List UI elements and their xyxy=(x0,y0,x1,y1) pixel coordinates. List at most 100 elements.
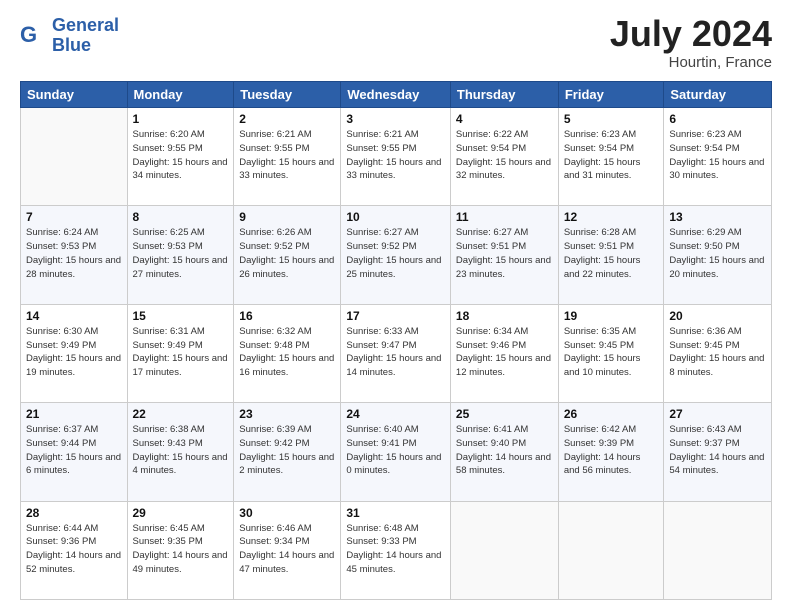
day-info: Sunrise: 6:22 AMSunset: 9:54 PMDaylight:… xyxy=(456,128,553,183)
day-info: Sunrise: 6:29 AMSunset: 9:50 PMDaylight:… xyxy=(669,226,766,281)
day-number: 9 xyxy=(239,210,335,224)
col-wednesday: Wednesday xyxy=(341,82,451,108)
day-info: Sunrise: 6:48 AMSunset: 9:33 PMDaylight:… xyxy=(346,522,445,577)
col-tuesday: Tuesday xyxy=(234,82,341,108)
day-number: 26 xyxy=(564,407,659,421)
day-info: Sunrise: 6:26 AMSunset: 9:52 PMDaylight:… xyxy=(239,226,335,281)
day-info: Sunrise: 6:46 AMSunset: 9:34 PMDaylight:… xyxy=(239,522,335,577)
svg-text:G: G xyxy=(20,22,37,47)
day-cell: 14 Sunrise: 6:30 AMSunset: 9:49 PMDaylig… xyxy=(21,304,128,402)
day-number: 10 xyxy=(346,210,445,224)
day-info: Sunrise: 6:23 AMSunset: 9:54 PMDaylight:… xyxy=(564,128,659,183)
day-number: 8 xyxy=(133,210,229,224)
day-number: 16 xyxy=(239,309,335,323)
day-cell: 17 Sunrise: 6:33 AMSunset: 9:47 PMDaylig… xyxy=(341,304,451,402)
day-info: Sunrise: 6:21 AMSunset: 9:55 PMDaylight:… xyxy=(346,128,445,183)
day-cell: 20 Sunrise: 6:36 AMSunset: 9:45 PMDaylig… xyxy=(664,304,772,402)
header-row: Sunday Monday Tuesday Wednesday Thursday… xyxy=(21,82,772,108)
day-cell xyxy=(21,108,128,206)
day-cell: 5 Sunrise: 6:23 AMSunset: 9:54 PMDayligh… xyxy=(558,108,664,206)
day-number: 4 xyxy=(456,112,553,126)
day-info: Sunrise: 6:23 AMSunset: 9:54 PMDaylight:… xyxy=(669,128,766,183)
day-number: 20 xyxy=(669,309,766,323)
day-cell: 29 Sunrise: 6:45 AMSunset: 9:35 PMDaylig… xyxy=(127,501,234,599)
day-number: 24 xyxy=(346,407,445,421)
page: G GeneralBlue July 2024 Hourtin, France … xyxy=(0,0,792,612)
day-info: Sunrise: 6:38 AMSunset: 9:43 PMDaylight:… xyxy=(133,423,229,478)
day-cell xyxy=(558,501,664,599)
col-friday: Friday xyxy=(558,82,664,108)
day-cell: 31 Sunrise: 6:48 AMSunset: 9:33 PMDaylig… xyxy=(341,501,451,599)
day-cell: 22 Sunrise: 6:38 AMSunset: 9:43 PMDaylig… xyxy=(127,403,234,501)
day-info: Sunrise: 6:28 AMSunset: 9:51 PMDaylight:… xyxy=(564,226,659,281)
day-cell: 25 Sunrise: 6:41 AMSunset: 9:40 PMDaylig… xyxy=(450,403,558,501)
day-info: Sunrise: 6:37 AMSunset: 9:44 PMDaylight:… xyxy=(26,423,122,478)
title-block: July 2024 Hourtin, France xyxy=(610,16,772,71)
day-cell: 7 Sunrise: 6:24 AMSunset: 9:53 PMDayligh… xyxy=(21,206,128,304)
week-row-3: 14 Sunrise: 6:30 AMSunset: 9:49 PMDaylig… xyxy=(21,304,772,402)
week-row-5: 28 Sunrise: 6:44 AMSunset: 9:36 PMDaylig… xyxy=(21,501,772,599)
day-number: 14 xyxy=(26,309,122,323)
day-cell: 11 Sunrise: 6:27 AMSunset: 9:51 PMDaylig… xyxy=(450,206,558,304)
day-info: Sunrise: 6:25 AMSunset: 9:53 PMDaylight:… xyxy=(133,226,229,281)
day-number: 29 xyxy=(133,506,229,520)
day-number: 12 xyxy=(564,210,659,224)
day-info: Sunrise: 6:32 AMSunset: 9:48 PMDaylight:… xyxy=(239,325,335,380)
day-info: Sunrise: 6:44 AMSunset: 9:36 PMDaylight:… xyxy=(26,522,122,577)
day-number: 5 xyxy=(564,112,659,126)
day-cell: 18 Sunrise: 6:34 AMSunset: 9:46 PMDaylig… xyxy=(450,304,558,402)
day-cell: 4 Sunrise: 6:22 AMSunset: 9:54 PMDayligh… xyxy=(450,108,558,206)
calendar-table: Sunday Monday Tuesday Wednesday Thursday… xyxy=(20,81,772,600)
day-cell xyxy=(664,501,772,599)
day-number: 31 xyxy=(346,506,445,520)
day-number: 18 xyxy=(456,309,553,323)
day-cell: 23 Sunrise: 6:39 AMSunset: 9:42 PMDaylig… xyxy=(234,403,341,501)
day-cell: 26 Sunrise: 6:42 AMSunset: 9:39 PMDaylig… xyxy=(558,403,664,501)
day-info: Sunrise: 6:42 AMSunset: 9:39 PMDaylight:… xyxy=(564,423,659,478)
day-cell: 10 Sunrise: 6:27 AMSunset: 9:52 PMDaylig… xyxy=(341,206,451,304)
day-number: 23 xyxy=(239,407,335,421)
day-number: 21 xyxy=(26,407,122,421)
day-info: Sunrise: 6:43 AMSunset: 9:37 PMDaylight:… xyxy=(669,423,766,478)
day-number: 22 xyxy=(133,407,229,421)
day-number: 13 xyxy=(669,210,766,224)
day-cell: 21 Sunrise: 6:37 AMSunset: 9:44 PMDaylig… xyxy=(21,403,128,501)
day-info: Sunrise: 6:40 AMSunset: 9:41 PMDaylight:… xyxy=(346,423,445,478)
day-cell: 15 Sunrise: 6:31 AMSunset: 9:49 PMDaylig… xyxy=(127,304,234,402)
month-title: July 2024 xyxy=(610,16,772,52)
day-cell xyxy=(450,501,558,599)
day-info: Sunrise: 6:27 AMSunset: 9:51 PMDaylight:… xyxy=(456,226,553,281)
day-cell: 16 Sunrise: 6:32 AMSunset: 9:48 PMDaylig… xyxy=(234,304,341,402)
col-sunday: Sunday xyxy=(21,82,128,108)
day-cell: 9 Sunrise: 6:26 AMSunset: 9:52 PMDayligh… xyxy=(234,206,341,304)
day-cell: 27 Sunrise: 6:43 AMSunset: 9:37 PMDaylig… xyxy=(664,403,772,501)
day-number: 25 xyxy=(456,407,553,421)
day-number: 28 xyxy=(26,506,122,520)
day-info: Sunrise: 6:41 AMSunset: 9:40 PMDaylight:… xyxy=(456,423,553,478)
day-info: Sunrise: 6:27 AMSunset: 9:52 PMDaylight:… xyxy=(346,226,445,281)
day-info: Sunrise: 6:30 AMSunset: 9:49 PMDaylight:… xyxy=(26,325,122,380)
day-cell: 30 Sunrise: 6:46 AMSunset: 9:34 PMDaylig… xyxy=(234,501,341,599)
day-number: 3 xyxy=(346,112,445,126)
day-info: Sunrise: 6:20 AMSunset: 9:55 PMDaylight:… xyxy=(133,128,229,183)
header: G GeneralBlue July 2024 Hourtin, France xyxy=(20,16,772,71)
logo: G GeneralBlue xyxy=(20,16,119,56)
day-number: 11 xyxy=(456,210,553,224)
day-cell: 8 Sunrise: 6:25 AMSunset: 9:53 PMDayligh… xyxy=(127,206,234,304)
day-cell: 6 Sunrise: 6:23 AMSunset: 9:54 PMDayligh… xyxy=(664,108,772,206)
col-saturday: Saturday xyxy=(664,82,772,108)
logo-text: GeneralBlue xyxy=(52,16,119,56)
location: Hourtin, France xyxy=(610,54,772,71)
day-cell: 28 Sunrise: 6:44 AMSunset: 9:36 PMDaylig… xyxy=(21,501,128,599)
day-number: 19 xyxy=(564,309,659,323)
day-number: 30 xyxy=(239,506,335,520)
day-number: 27 xyxy=(669,407,766,421)
day-cell: 3 Sunrise: 6:21 AMSunset: 9:55 PMDayligh… xyxy=(341,108,451,206)
day-info: Sunrise: 6:24 AMSunset: 9:53 PMDaylight:… xyxy=(26,226,122,281)
day-cell: 2 Sunrise: 6:21 AMSunset: 9:55 PMDayligh… xyxy=(234,108,341,206)
day-info: Sunrise: 6:35 AMSunset: 9:45 PMDaylight:… xyxy=(564,325,659,380)
col-thursday: Thursday xyxy=(450,82,558,108)
day-info: Sunrise: 6:36 AMSunset: 9:45 PMDaylight:… xyxy=(669,325,766,380)
week-row-2: 7 Sunrise: 6:24 AMSunset: 9:53 PMDayligh… xyxy=(21,206,772,304)
day-info: Sunrise: 6:34 AMSunset: 9:46 PMDaylight:… xyxy=(456,325,553,380)
